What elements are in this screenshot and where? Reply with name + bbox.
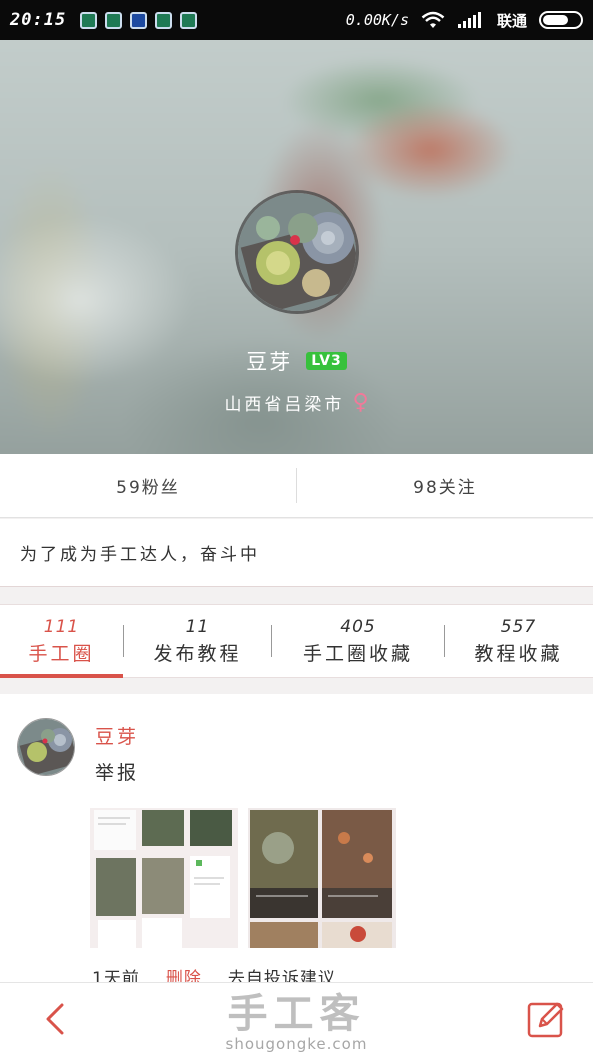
- tab-published-tutorials[interactable]: 11 发布教程: [124, 605, 271, 677]
- tab-handcraft-circle[interactable]: 111 手工圈: [0, 605, 123, 678]
- tab-label: 手工圈: [28, 642, 95, 665]
- watermark-title: 手工客: [227, 991, 366, 1037]
- network-speed: 0.00K/s: [345, 11, 409, 29]
- tab-count: 557: [500, 616, 537, 637]
- carrier-name: 联通: [496, 11, 527, 30]
- profile-header: 豆芽 LV3 山西省吕梁市 ♀: [0, 40, 593, 454]
- wifi-icon: [421, 11, 445, 28]
- tab-tutorial-favorites[interactable]: 557 教程收藏: [445, 605, 592, 677]
- post-author-name[interactable]: 豆芽: [95, 722, 139, 749]
- bottom-bar: 手工客 shougongke.com: [0, 982, 593, 1054]
- post-card: 豆芽 举报 1天前 删除 去自投诉建议: [0, 694, 593, 989]
- tab-count: 111: [43, 616, 80, 637]
- watermark-url: shougongke.com: [225, 1035, 368, 1053]
- edit-button[interactable]: [526, 999, 566, 1039]
- post-images: [90, 808, 396, 948]
- post-image[interactable]: [248, 808, 396, 948]
- follow-stats: 59粉丝 98关注: [0, 454, 593, 518]
- app-notification-icon: [180, 11, 198, 29]
- tab-circle-favorites[interactable]: 405 手工圈收藏: [272, 605, 444, 677]
- post-image[interactable]: [90, 808, 238, 948]
- app-notification-icon: [130, 11, 148, 29]
- profile-tabs: 111 手工圈 11 发布教程 405 手工圈收藏 557 教程收藏: [0, 604, 593, 678]
- app-notification-icon: [80, 11, 98, 29]
- tab-count: 405: [340, 616, 376, 637]
- signal-icon: [457, 12, 481, 28]
- app-notification-icon: [105, 11, 123, 29]
- profile-location: 山西省吕梁市: [224, 395, 345, 415]
- tab-label: 发布教程: [153, 642, 242, 665]
- status-bar: 20:15 0.00K/s 联通: [0, 0, 593, 40]
- female-icon: ♀: [352, 389, 369, 415]
- app-notification-icon: [155, 11, 173, 29]
- profile-bio: 为了成为手工达人，奋斗中: [0, 519, 593, 587]
- post-author-avatar[interactable]: [17, 718, 75, 776]
- fans-count[interactable]: 59粉丝: [0, 454, 296, 517]
- tab-label: 手工圈收藏: [302, 642, 413, 665]
- profile-nickname: 豆芽: [246, 350, 293, 374]
- battery-icon: [539, 11, 583, 29]
- tab-count: 11: [185, 616, 210, 637]
- following-count[interactable]: 98关注: [297, 454, 593, 517]
- notification-icons: [80, 11, 198, 29]
- watermark: 手工客 shougongke.com: [0, 983, 593, 1053]
- post-text: 举报: [95, 762, 140, 784]
- tab-label: 教程收藏: [474, 642, 563, 665]
- level-badge: LV3: [306, 352, 347, 370]
- status-time: 20:15: [10, 10, 67, 30]
- profile-avatar[interactable]: [235, 190, 359, 314]
